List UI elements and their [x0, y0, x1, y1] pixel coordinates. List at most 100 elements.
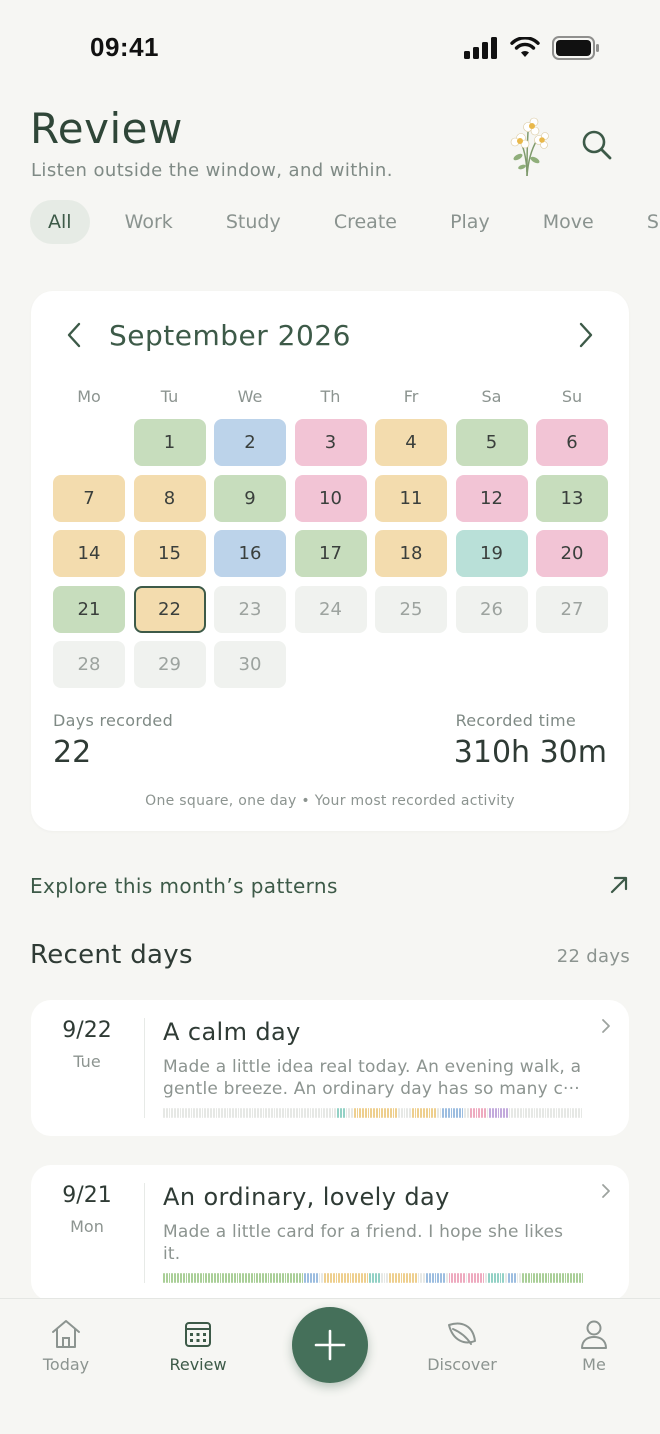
timeline-segment: [309, 1108, 312, 1118]
calendar-day-20[interactable]: 20: [536, 530, 608, 577]
days-recorded-label: Days recorded: [53, 711, 174, 730]
nav-item-review[interactable]: Review: [153, 1317, 243, 1374]
timeline-segment: [210, 1108, 212, 1118]
timeline-segment: [355, 1273, 358, 1283]
timeline-segment: [423, 1273, 426, 1283]
timeline-segment: [196, 1273, 199, 1283]
calendar-day-9[interactable]: 9: [214, 474, 286, 522]
timeline-segment: [553, 1273, 556, 1283]
timeline-segment: [387, 1108, 389, 1118]
weekday-label: Su: [561, 387, 583, 406]
filter-tab-move[interactable]: Move: [525, 200, 612, 244]
timeline-segment: [290, 1273, 293, 1283]
nav-item-me[interactable]: Me: [549, 1317, 639, 1374]
timeline-segment: [395, 1108, 398, 1118]
calendar-day-1[interactable]: 1: [133, 419, 206, 466]
timeline-segment: [290, 1108, 292, 1118]
timeline-segment: [332, 1273, 335, 1283]
next-month-button[interactable]: [571, 317, 601, 353]
explore-patterns-link[interactable]: Explore this month’s patterns: [30, 866, 630, 906]
weekday-label: Sa: [481, 387, 502, 406]
calendar-day-12[interactable]: 12: [455, 474, 528, 522]
search-button[interactable]: [574, 122, 620, 168]
calendar-day-10[interactable]: 10: [294, 474, 367, 522]
timeline-segment: [295, 1273, 298, 1283]
calendar-day-4[interactable]: 4: [375, 419, 447, 466]
nav-item-today[interactable]: Today: [21, 1317, 111, 1374]
timeline-segment: [307, 1273, 310, 1283]
filter-tab-study[interactable]: Study: [208, 200, 299, 244]
timeline-segment: [317, 1108, 320, 1118]
calendar-day-19[interactable]: 19: [455, 530, 528, 577]
timeline-segment: [519, 1273, 522, 1283]
calendar-day-18[interactable]: 18: [375, 530, 447, 577]
filter-tab-social[interactable]: Social: [629, 200, 660, 244]
timeline-segment: [516, 1273, 519, 1283]
calendar-day-16[interactable]: 16: [214, 530, 286, 577]
calendar-day-15[interactable]: 15: [133, 530, 206, 577]
calendar-day-24[interactable]: 24: [294, 585, 367, 633]
calendar-day-25[interactable]: 25: [375, 585, 447, 633]
timeline-segment: [321, 1273, 324, 1283]
calendar-day-13[interactable]: 13: [536, 474, 608, 522]
timeline-segment: [237, 1108, 240, 1118]
calendar-month-label: September 2026: [109, 319, 351, 352]
calendar-day-11[interactable]: 11: [375, 474, 447, 522]
timeline-segment: [204, 1108, 207, 1118]
timeline-segment: [420, 1108, 422, 1118]
filter-tab-all[interactable]: All: [30, 200, 90, 244]
calendar-day-22[interactable]: 22: [133, 585, 206, 633]
timeline-segment: [400, 1273, 403, 1283]
timeline-segment: [318, 1273, 321, 1283]
timeline-segment: [287, 1273, 290, 1283]
timeline-segment: [505, 1108, 508, 1118]
calendar-day-2[interactable]: 2: [214, 419, 286, 466]
timeline-segment: [406, 1273, 409, 1283]
arrow-up-right-icon: [610, 876, 628, 894]
calendar-day-8[interactable]: 8: [133, 474, 206, 522]
previous-month-button[interactable]: [59, 317, 89, 353]
timeline-segment: [259, 1273, 261, 1283]
timeline-segment: [315, 1108, 317, 1118]
day-entry-card[interactable]: 9/21 Mon An ordinary, lovely day Made a …: [31, 1165, 629, 1301]
day-entry-card[interactable]: 9/22 Tue A calm day Made a little idea r…: [31, 1000, 629, 1136]
days-recorded-value: 22: [53, 735, 92, 770]
timeline-segment: [207, 1108, 210, 1118]
calendar-day-17[interactable]: 17: [294, 530, 367, 577]
timeline-segment: [171, 1108, 174, 1118]
calendar-day-14[interactable]: 14: [53, 530, 125, 577]
timeline-segment: [541, 1273, 544, 1283]
calendar-day-26[interactable]: 26: [455, 585, 528, 633]
timeline-segment: [392, 1108, 395, 1118]
timeline-segment: [505, 1273, 508, 1283]
calendar-day-3[interactable]: 3: [294, 419, 367, 466]
timeline-segment: [461, 1108, 464, 1118]
filter-tab-work[interactable]: Work: [107, 200, 191, 244]
calendar-day-7[interactable]: 7: [53, 474, 125, 522]
calendar-day-29[interactable]: 29: [133, 641, 206, 688]
calendar-day-30[interactable]: 30: [214, 641, 286, 688]
timeline-segment: [287, 1108, 290, 1118]
calendar-day-21[interactable]: 21: [53, 585, 125, 633]
filter-tab-play[interactable]: Play: [432, 200, 508, 244]
calendar-day-23[interactable]: 23: [214, 585, 286, 633]
timeline-segment: [215, 1108, 218, 1118]
calendar-day-6[interactable]: 6: [536, 419, 608, 466]
timeline-segment: [569, 1108, 572, 1118]
calendar-day-27[interactable]: 27: [536, 585, 608, 633]
timeline-segment: [530, 1108, 533, 1118]
nav-item-discover[interactable]: Discover: [417, 1317, 507, 1374]
timeline-segment: [242, 1273, 245, 1283]
add-entry-button[interactable]: [292, 1307, 368, 1383]
entry-text: Made a little idea real today. An evenin…: [163, 1057, 582, 1099]
timeline-segment: [436, 1108, 439, 1118]
timeline-segment: [298, 1273, 301, 1283]
timeline-segment: [555, 1108, 558, 1118]
timeline-segment: [199, 1273, 202, 1283]
status-icons: [464, 36, 600, 60]
calendar-day-28[interactable]: 28: [53, 641, 125, 688]
timeline-segment: [575, 1108, 577, 1118]
filter-tab-create[interactable]: Create: [316, 200, 415, 244]
timeline-segment: [437, 1273, 440, 1283]
calendar-day-5[interactable]: 5: [455, 419, 528, 466]
